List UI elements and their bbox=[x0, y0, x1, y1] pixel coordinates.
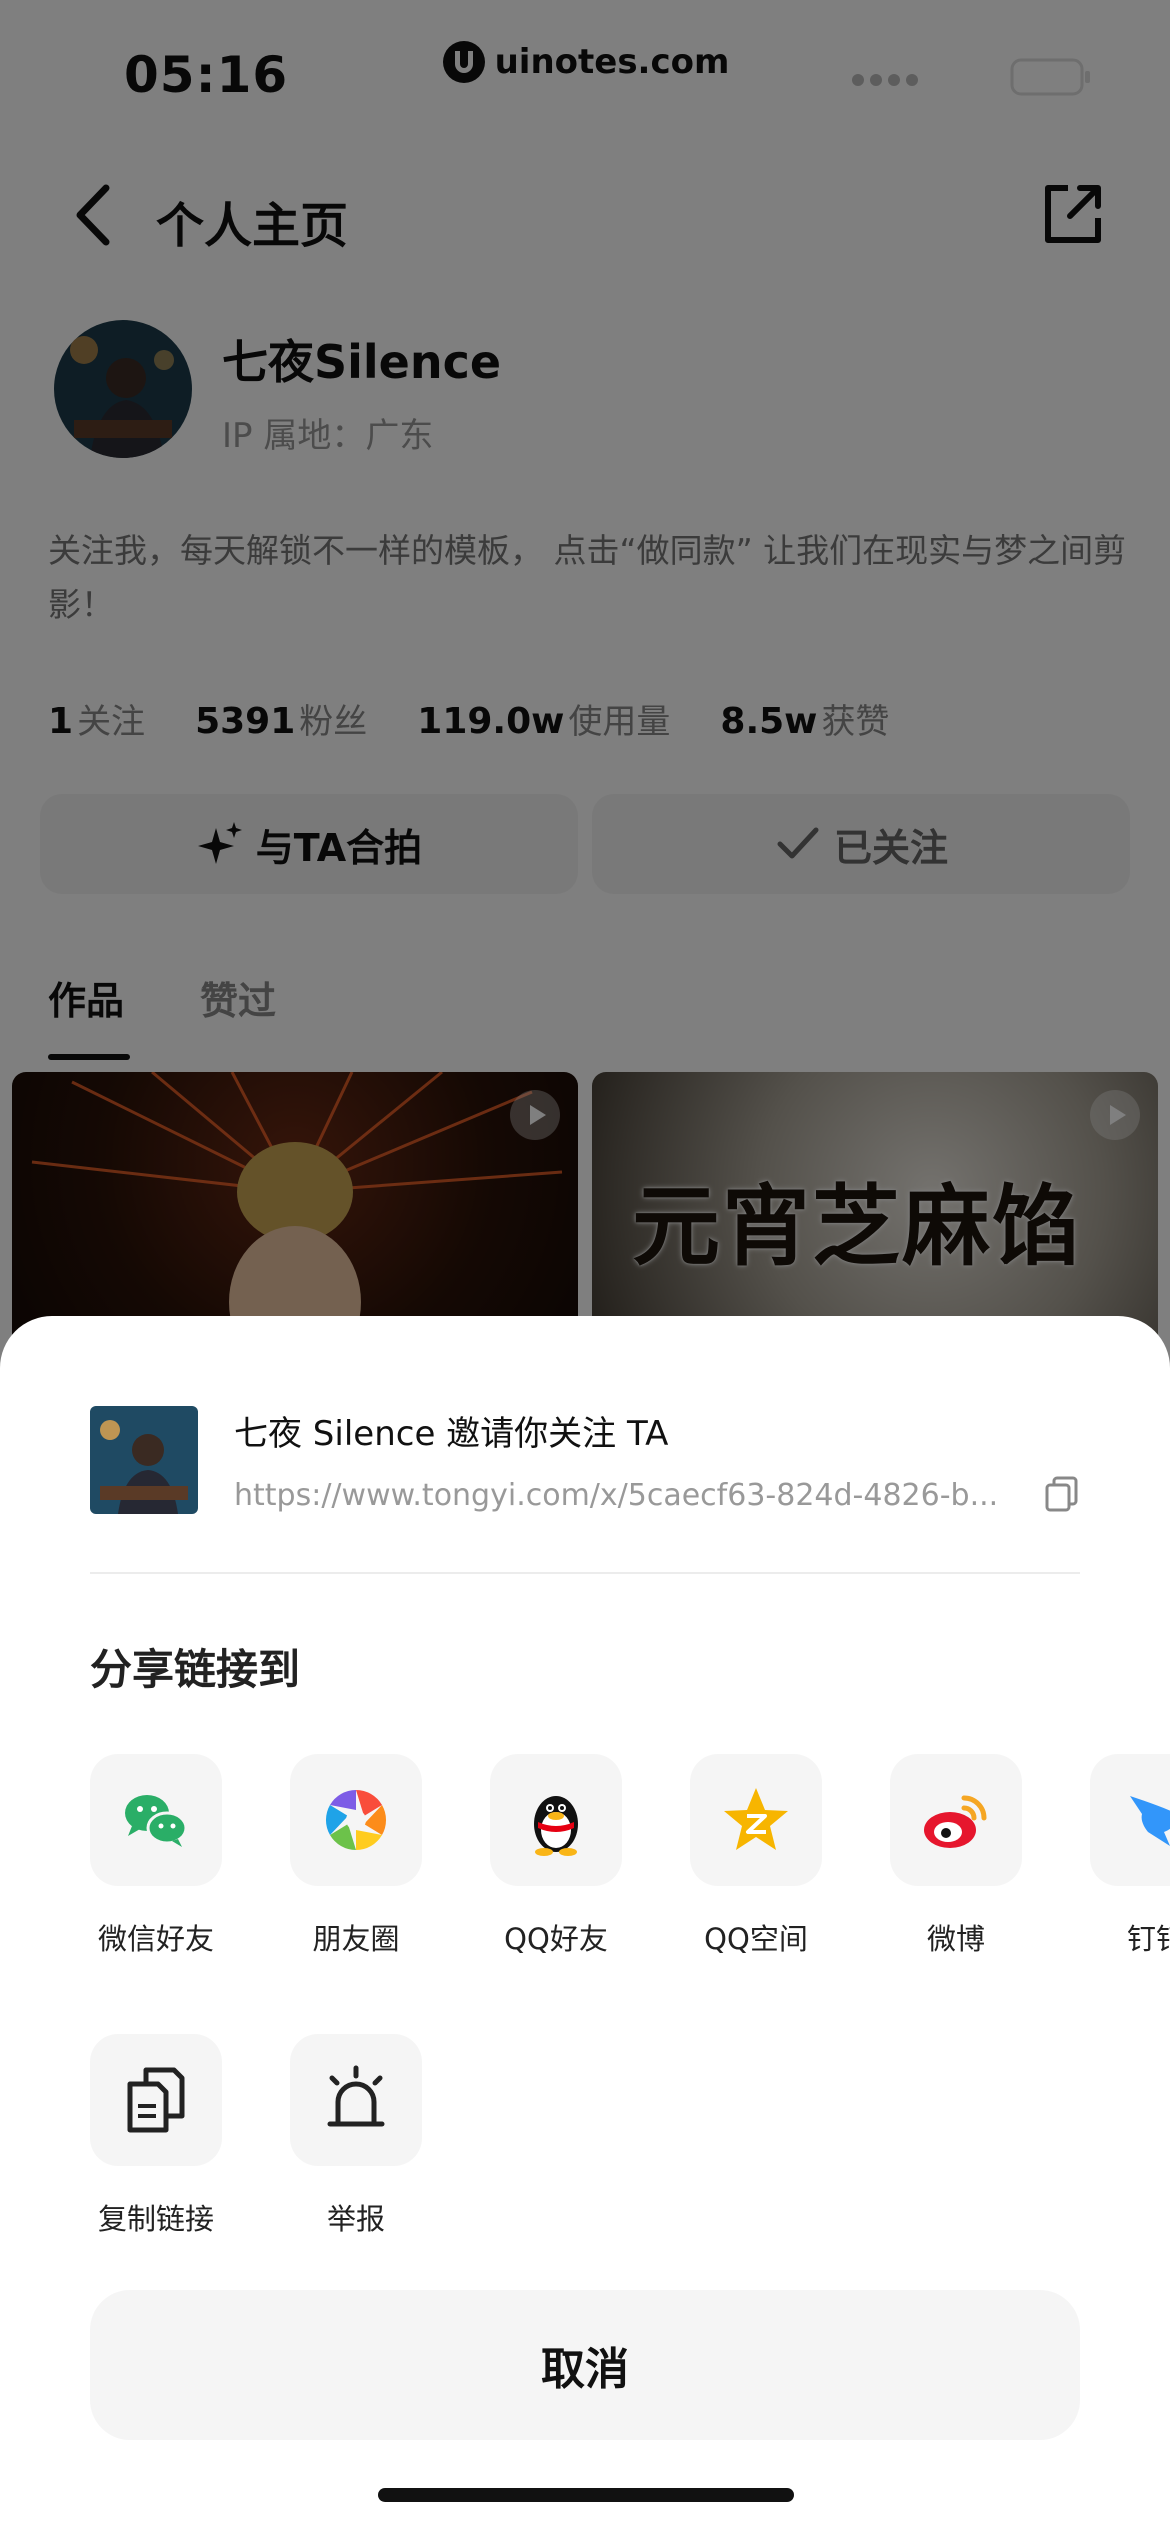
share-moments[interactable]: 朋友圈 bbox=[256, 1754, 456, 1958]
share-label: 微信好友 bbox=[97, 1922, 214, 1956]
qzone-icon bbox=[724, 1788, 788, 1850]
share-qzone[interactable]: QQ空间 bbox=[656, 1754, 856, 1958]
wechat-icon bbox=[125, 1795, 188, 1847]
share-label: 复制链接 bbox=[97, 2202, 214, 2236]
moments-icon bbox=[325, 1790, 387, 1850]
share-tile bbox=[690, 1754, 822, 1886]
copy-link-icon bbox=[127, 2067, 185, 2133]
cancel-button[interactable]: 取消 bbox=[90, 2290, 1080, 2440]
copy-icon[interactable] bbox=[1044, 1476, 1080, 1512]
share-wechat[interactable]: 微信好友 bbox=[56, 1754, 256, 1958]
share-tile bbox=[90, 1754, 222, 1886]
weibo-icon bbox=[924, 1795, 987, 1848]
share-tile bbox=[290, 1754, 422, 1886]
share-tile bbox=[290, 2034, 422, 2166]
share-qq[interactable]: QQ好友 bbox=[456, 1754, 656, 1958]
screen: 05:16 uinotes.com 个人主页 bbox=[0, 0, 1170, 2532]
share-label: QQ好友 bbox=[504, 1922, 608, 1956]
share-tile bbox=[490, 1754, 622, 1886]
invite-url: https://www.tongyi.com/x/5caecf63-824d-4… bbox=[234, 1478, 999, 1513]
invite-thumbnail bbox=[90, 1406, 198, 1514]
share-label: QQ空间 bbox=[704, 1922, 808, 1956]
share-weibo[interactable]: 微博 bbox=[856, 1754, 1056, 1958]
home-indicator[interactable] bbox=[378, 2488, 794, 2502]
report-button[interactable]: 举报 bbox=[256, 2034, 456, 2238]
copy-link-button[interactable]: 复制链接 bbox=[56, 2034, 256, 2238]
share-label: 朋友圈 bbox=[312, 1922, 400, 1956]
divider bbox=[90, 1572, 1080, 1574]
share-tile bbox=[1090, 1754, 1170, 1886]
report-icon bbox=[327, 2065, 385, 2127]
share-label: 微博 bbox=[926, 1922, 985, 1956]
share-label: 钉钉 bbox=[1126, 1922, 1170, 1956]
dingtalk-icon bbox=[1130, 1796, 1170, 1846]
share-heading: 分享链接到 bbox=[90, 1645, 301, 1694]
share-label: 举报 bbox=[326, 2202, 385, 2236]
share-tile bbox=[90, 2034, 222, 2166]
invite-title: 七夜 Silence 邀请你关注 TA bbox=[234, 1414, 669, 1454]
share-dingtalk[interactable]: 钉钉 bbox=[1056, 1754, 1170, 1958]
share-tile bbox=[890, 1754, 1022, 1886]
qq-icon bbox=[534, 1796, 578, 1856]
